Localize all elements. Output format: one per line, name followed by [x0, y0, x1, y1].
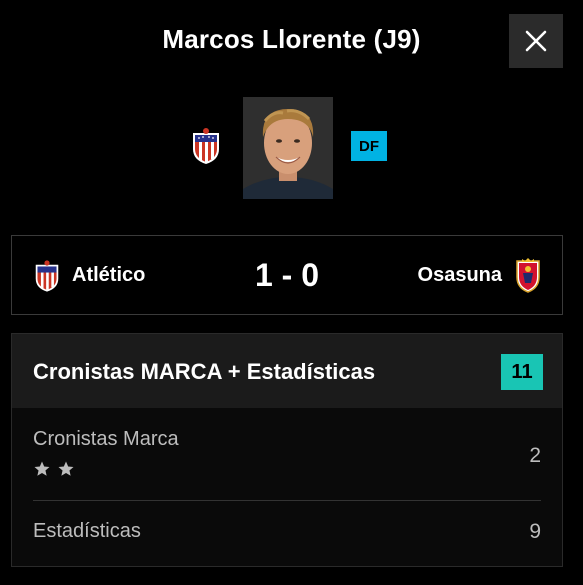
rating-row-value: 9	[529, 520, 541, 543]
osasuna-crest-icon	[516, 258, 540, 293]
close-icon	[525, 30, 547, 52]
star-icon	[34, 461, 50, 476]
rating-row-cronistas: Cronistas Marca 2	[33, 408, 541, 501]
rating-row-label: Estadísticas	[33, 520, 141, 542]
position-badge: DF	[351, 131, 387, 161]
ratings-title: Cronistas MARCA + Estadísticas	[33, 359, 376, 384]
ratings-header: Cronistas MARCA + Estadísticas 11	[12, 334, 562, 408]
away-team-name: Osasuna	[417, 264, 502, 286]
star-rating	[33, 460, 75, 478]
player-header: DF	[0, 97, 583, 199]
player-photo	[243, 97, 333, 199]
rating-row-estadisticas: Estadísticas 9	[33, 501, 541, 565]
modal-title: Marcos Llorente (J9)	[162, 24, 421, 54]
atletico-crest-icon	[193, 128, 219, 164]
ratings-panel: Cronistas MARCA + Estadísticas 11 Cronis…	[11, 333, 563, 567]
star-icon	[58, 461, 74, 476]
ratings-total-badge: 11	[501, 354, 543, 390]
rating-row-value: 2	[529, 444, 541, 467]
match-summary[interactable]: Atlético 1 - 0 Osasuna	[11, 235, 563, 315]
close-button[interactable]	[509, 14, 563, 68]
rating-row-label: Cronistas Marca	[33, 428, 179, 450]
